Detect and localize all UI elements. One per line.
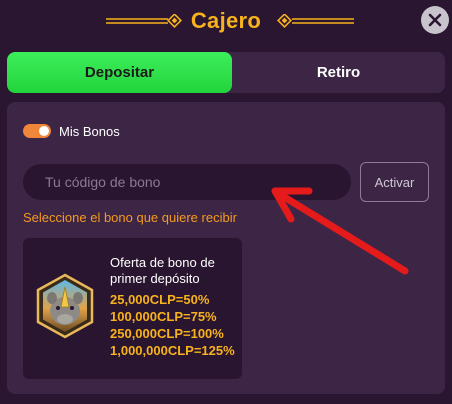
bonus-tier: 250,000CLP=100% bbox=[110, 326, 224, 341]
deposit-panel: Mis Bonos Activar Seleccione el bono que… bbox=[7, 102, 445, 394]
bonus-hint-text: Seleccione el bono que quiere recibir bbox=[23, 210, 237, 225]
bonus-offer-title: Oferta de bono de primer depósito bbox=[110, 255, 215, 286]
tab-depositar[interactable]: Depositar bbox=[7, 52, 232, 93]
close-button[interactable] bbox=[421, 6, 449, 34]
cashier-modal: Cajero Depositar Retiro Mis Bonos Tu cód… bbox=[0, 0, 452, 404]
bonus-toggle-label: Mis Bonos bbox=[59, 123, 120, 139]
bonus-toggle-row: Mis Bonos bbox=[23, 122, 120, 140]
modal-header: Cajero bbox=[0, 0, 452, 44]
close-icon bbox=[428, 13, 442, 27]
tab-bar: Depositar Retiro bbox=[7, 52, 445, 93]
bonus-toggle[interactable] bbox=[23, 124, 51, 138]
bonus-code-input[interactable] bbox=[45, 174, 335, 190]
page-title: Cajero bbox=[190, 8, 262, 33]
bonus-offer-card[interactable]: Oferta de bono de primer depósito 25,000… bbox=[23, 238, 242, 379]
activate-button[interactable]: Activar bbox=[360, 162, 429, 202]
diamond-ornament-icon bbox=[277, 14, 354, 28]
bonus-tier: 1,000,000CLP=125% bbox=[110, 343, 235, 358]
toggle-knob bbox=[39, 126, 49, 136]
bonus-tier: 25,000CLP=50% bbox=[110, 292, 210, 307]
bonus-code-field bbox=[23, 164, 351, 200]
bonus-tier: 100,000CLP=75% bbox=[110, 309, 217, 324]
rhino-bonus-icon bbox=[36, 273, 94, 339]
tab-retiro[interactable]: Retiro bbox=[232, 52, 445, 93]
